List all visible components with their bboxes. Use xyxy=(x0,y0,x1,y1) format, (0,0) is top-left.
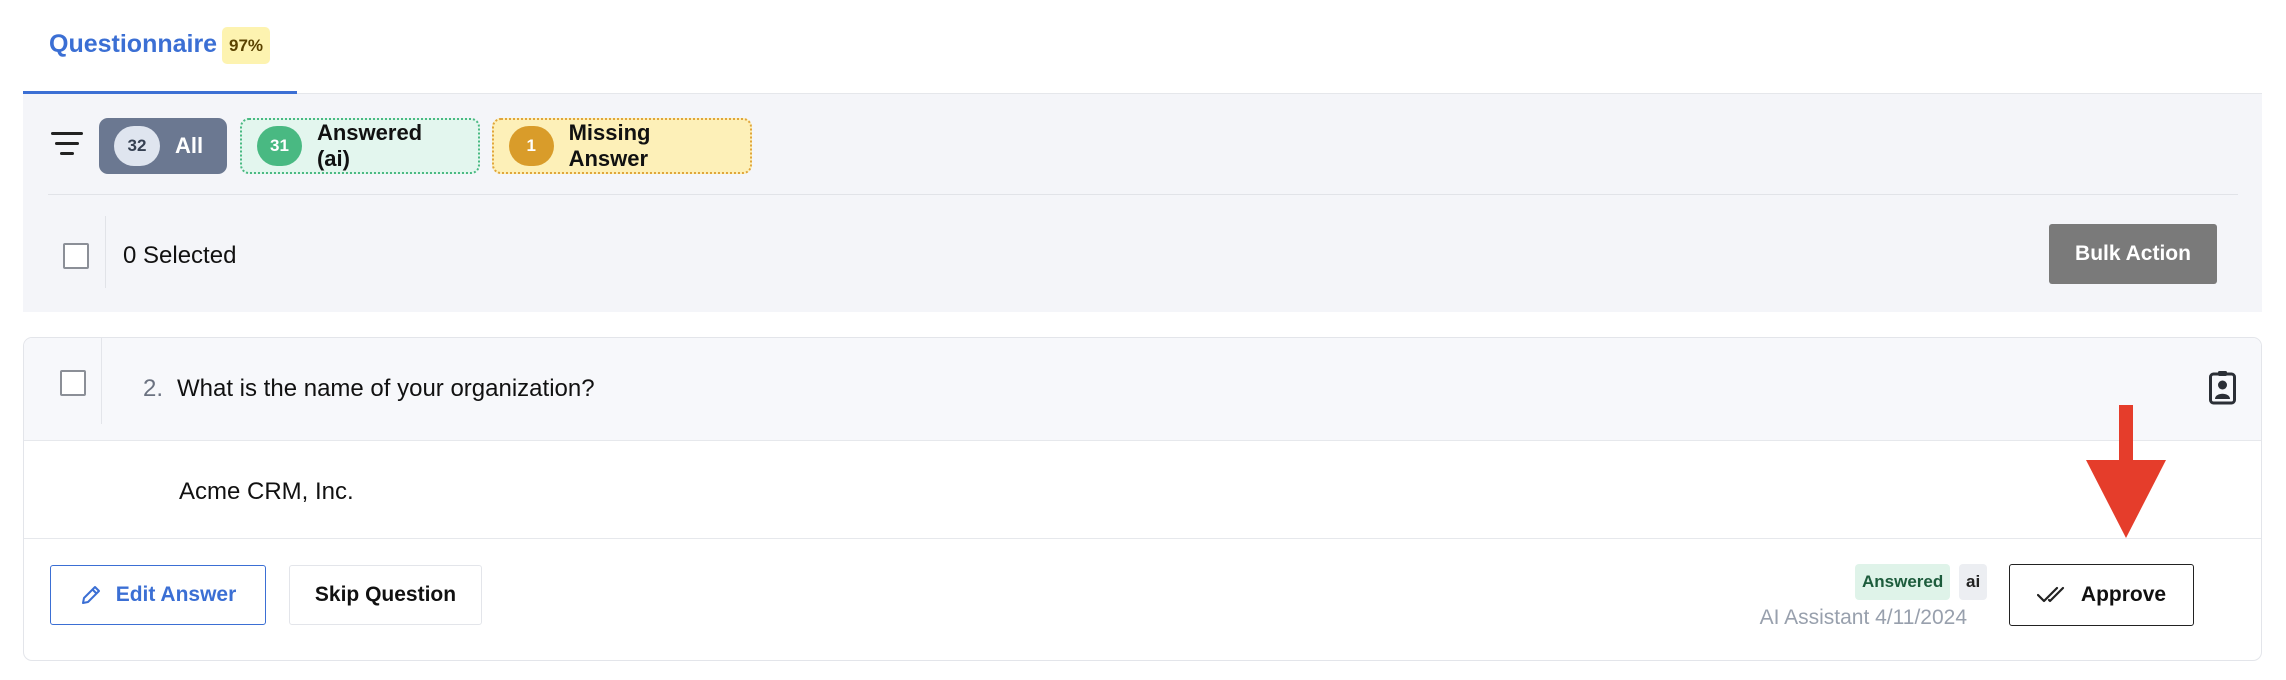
pencil-icon xyxy=(81,586,100,604)
tab-questionnaire[interactable]: Questionnaire 97% xyxy=(23,0,297,94)
filter-panel: 32 All 31 Answered (ai) 1 Missing Answer… xyxy=(23,94,2262,312)
tab-bar: Questionnaire 97% xyxy=(23,0,2262,94)
filter-count: 1 xyxy=(509,126,554,166)
filter-chip-answered-ai[interactable]: 31 Answered (ai) xyxy=(240,118,480,174)
question-text: What is the name of your organization? xyxy=(177,375,595,402)
divider xyxy=(101,338,102,424)
status-badge: Answered xyxy=(1855,564,1951,600)
filter-count: 31 xyxy=(257,126,302,166)
question-actions: Edit Answer Skip Question Answered ai AI… xyxy=(24,538,2261,660)
question-number: 2. xyxy=(143,375,164,402)
divider xyxy=(48,194,2238,195)
select-all-checkbox[interactable] xyxy=(63,243,89,269)
tab-label: Questionnaire xyxy=(49,30,218,58)
approve-button[interactable]: Approve xyxy=(2009,564,2194,626)
question-header: 2. What is the name of your organization… xyxy=(24,338,2261,441)
filter-label: Answered (ai) xyxy=(316,120,423,171)
source-badge: ai xyxy=(1959,564,1988,600)
answer-meta: AI Assistant 4/11/2024 xyxy=(1759,606,1967,629)
filter-label: Missing Answer xyxy=(568,120,651,171)
filter-label: All xyxy=(175,133,204,158)
question-card: 2. What is the name of your organization… xyxy=(23,337,2262,661)
double-check-icon xyxy=(2036,586,2065,603)
contact-card-icon[interactable] xyxy=(2209,371,2236,405)
bulk-action-button[interactable]: Bulk Action xyxy=(2049,224,2217,284)
selected-count: 0 Selected xyxy=(123,242,237,269)
question-checkbox[interactable] xyxy=(60,370,86,396)
approve-label: Approve xyxy=(2080,583,2167,606)
filter-count: 32 xyxy=(114,126,160,166)
filter-chip-missing-answer[interactable]: 1 Missing Answer xyxy=(492,118,752,174)
skip-question-button[interactable]: Skip Question xyxy=(289,565,482,625)
red-arrow-down-icon xyxy=(2086,405,2166,538)
edit-answer-button[interactable]: Edit Answer xyxy=(50,565,266,625)
filter-chip-all[interactable]: 32 All xyxy=(99,118,227,174)
filter-icon[interactable] xyxy=(51,132,83,156)
divider xyxy=(105,216,106,288)
answer-text: Acme CRM, Inc. xyxy=(179,478,354,505)
completion-badge: 97% xyxy=(222,27,271,64)
edit-answer-label: Edit Answer xyxy=(115,583,237,606)
